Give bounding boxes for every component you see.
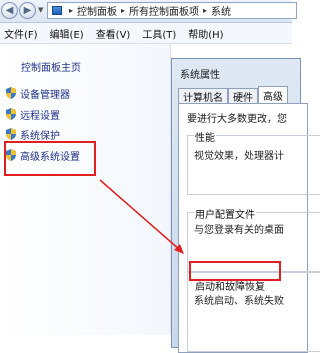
- system-properties-dialog: 系统属性 计算机名 硬件 高级 要进行大多数更改，您 性能 视觉效果，处理器计 …: [171, 58, 320, 353]
- annotation-highlight-box: [189, 261, 281, 281]
- menu-view[interactable]: 查看(V): [90, 26, 137, 41]
- sidebar-item-label: 远程设置: [20, 110, 60, 122]
- startup-recovery-group: 启动和故障恢复 系统启动、系统失败: [187, 272, 320, 352]
- performance-group: 性能 视觉效果，处理器计: [187, 129, 320, 195]
- menu-edit[interactable]: 编辑(E): [44, 26, 90, 41]
- control-panel-home-link[interactable]: 控制面板主页: [21, 59, 81, 74]
- breadcrumb-control-panel[interactable]: 控制面板: [77, 3, 117, 18]
- recent-pages-dropdown-icon[interactable]: ▼: [38, 6, 43, 14]
- forward-button[interactable]: ▶: [19, 2, 36, 19]
- address-bar-row: ◀ ▶ ▼ ▸ 控制面板 ▸ 所有控制面板项 ▸ 系统: [0, 0, 297, 23]
- group-description: 系统启动、系统失败: [194, 296, 284, 307]
- tab-strip: 计算机名 硬件 高级: [178, 86, 288, 104]
- chevron-right-icon[interactable]: ▸: [203, 6, 207, 15]
- menu-help[interactable]: 帮助(H): [182, 26, 229, 41]
- menu-tools[interactable]: 工具(T): [136, 26, 182, 41]
- back-button[interactable]: ◀: [1, 2, 18, 19]
- menu-file[interactable]: 文件(F): [0, 26, 44, 41]
- task-pane: 控制面板主页 设备管理器 远程设置 系统保护 高级系统设置: [0, 44, 171, 335]
- sidebar-item-device-manager[interactable]: 设备管理器: [6, 86, 70, 101]
- breadcrumb-system[interactable]: 系统: [211, 3, 231, 18]
- menu-bar: 文件(F) 编辑(E) 查看(V) 工具(T) 帮助(H): [0, 23, 292, 44]
- forward-arrow-icon: ▶: [23, 5, 32, 16]
- dialog-title: 系统属性: [180, 70, 220, 81]
- shield-icon: [6, 87, 16, 99]
- address-box[interactable]: ▸ 控制面板 ▸ 所有控制面板项 ▸ 系统: [47, 2, 297, 19]
- group-description: 与您登录有关的桌面: [194, 225, 284, 236]
- sidebar-item-system-protection[interactable]: 系统保护: [6, 127, 60, 142]
- sidebar-item-remote-settings[interactable]: 远程设置: [6, 107, 60, 122]
- back-arrow-icon: ◀: [5, 5, 14, 16]
- sidebar-item-label: 设备管理器: [20, 89, 70, 101]
- sidebar-item-label: 系统保护: [20, 130, 60, 142]
- tab-advanced[interactable]: 高级: [258, 86, 288, 103]
- group-description: 视觉效果，处理器计: [194, 151, 284, 162]
- advanced-tab-panel: 要进行大多数更改，您 性能 视觉效果，处理器计 用户配置文件 与您登录有关的桌面…: [178, 103, 320, 353]
- tab-computer-name[interactable]: 计算机名: [178, 88, 228, 104]
- annotation-highlight-box: [4, 141, 96, 176]
- group-title: 性能: [194, 129, 216, 144]
- shield-icon: [6, 128, 16, 140]
- tab-hardware[interactable]: 硬件: [228, 88, 258, 104]
- admin-note: 要进行大多数更改，您: [187, 114, 287, 125]
- control-panel-icon: [52, 6, 62, 15]
- group-title: 用户配置文件: [194, 206, 256, 221]
- chevron-right-icon[interactable]: ▸: [121, 6, 125, 15]
- shield-icon: [6, 108, 16, 120]
- chevron-right-icon[interactable]: ▸: [69, 6, 73, 15]
- breadcrumb-all-items[interactable]: 所有控制面板项: [129, 3, 199, 18]
